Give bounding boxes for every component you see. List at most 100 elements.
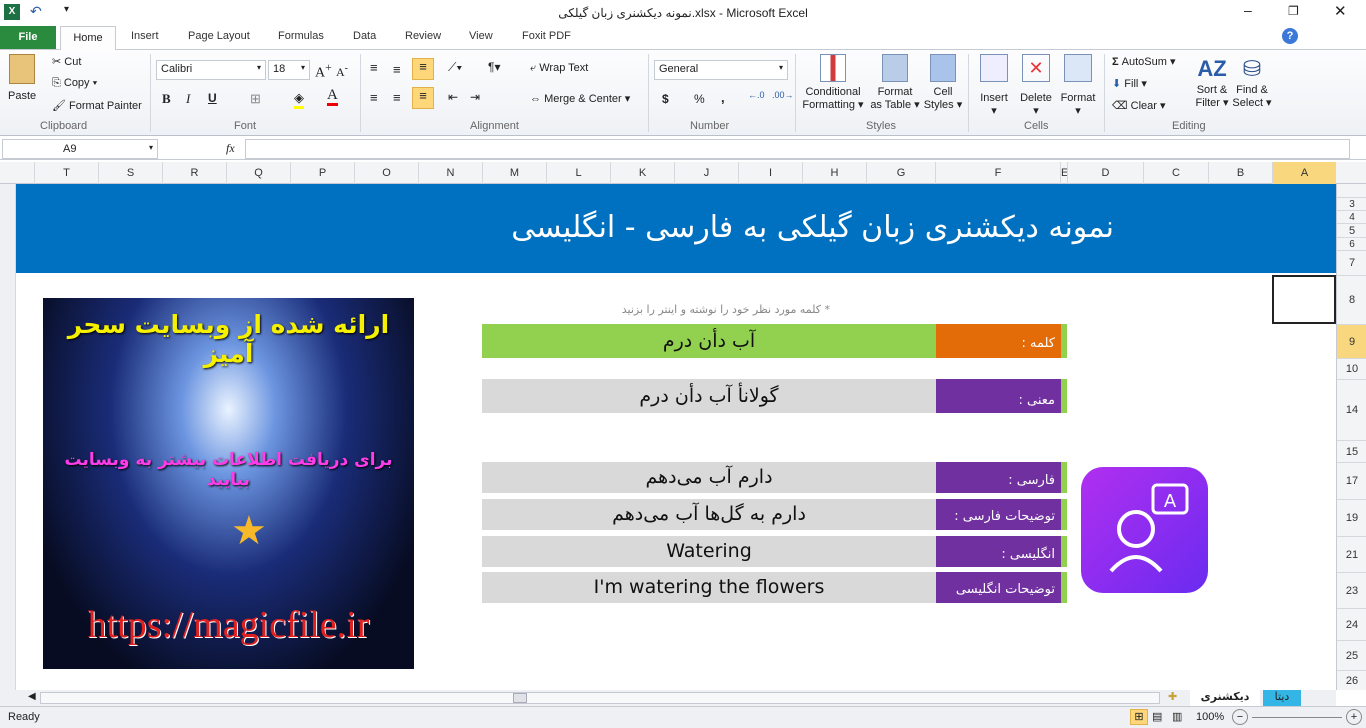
row-header-25[interactable]: 25 [1337, 640, 1366, 670]
rtl-direction-icon[interactable]: ¶▾ [488, 60, 500, 74]
column-header-G[interactable]: G [866, 162, 935, 184]
name-box[interactable]: A9 ▾ [2, 139, 158, 159]
shrink-font-icon[interactable]: A- [336, 63, 348, 80]
row-header-26[interactable]: 26 [1337, 670, 1366, 690]
grow-font-icon[interactable]: A+ [315, 61, 332, 82]
paste-button[interactable]: Paste [8, 54, 36, 102]
merge-center-button[interactable]: ⇔ Merge & Center ▾ [530, 92, 630, 105]
borders-icon[interactable]: ⊞ [250, 91, 261, 107]
help-icon[interactable]: ? [1282, 28, 1298, 44]
tab-view[interactable]: View [469, 30, 493, 42]
column-header-B[interactable]: B [1208, 162, 1272, 184]
tab-review[interactable]: Review [405, 30, 441, 42]
align-center-icon[interactable]: ≡ [393, 90, 401, 105]
scroll-left-icon[interactable]: ◀ [28, 691, 36, 702]
fill-button[interactable]: ⬇ Fill ▾ [1112, 77, 1147, 90]
row-header-7[interactable]: 7 [1337, 250, 1366, 275]
underline-button[interactable]: U [208, 91, 217, 105]
restore-button[interactable]: ❐ [1288, 4, 1299, 18]
column-header-N[interactable]: N [418, 162, 482, 184]
row-header-6[interactable]: 6 [1337, 237, 1366, 250]
zoom-level[interactable]: 100% [1196, 711, 1224, 723]
minimize-button[interactable]: – [1244, 2, 1252, 18]
column-header-R[interactable]: R [162, 162, 226, 184]
orientation-icon[interactable]: ⟋▾ [448, 60, 462, 75]
wrap-text-button[interactable]: ⤶ Wrap Text [530, 62, 588, 75]
row-header-4[interactable]: 4 [1337, 210, 1366, 223]
sheet-tab-data[interactable]: دیتا [1263, 690, 1301, 706]
vertical-scrollbar-left[interactable] [0, 184, 16, 690]
currency-button[interactable]: $ [662, 92, 669, 106]
format-painter-button[interactable]: 🖌 Format Painter [52, 99, 142, 112]
row-header-21[interactable]: 21 [1337, 536, 1366, 572]
copy-button[interactable]: ⎘ Copy ▾ [52, 77, 97, 90]
format-as-table-button[interactable]: Format as Table ▾ [868, 54, 922, 112]
column-header-C[interactable]: C [1143, 162, 1208, 184]
tab-foxit-pdf[interactable]: Foxit PDF [522, 30, 571, 42]
sort-filter-button[interactable]: AZ Sort & Filter ▾ [1192, 54, 1232, 110]
word-value[interactable]: آب دأن درم [482, 324, 936, 358]
row-header-10[interactable]: 10 [1337, 358, 1366, 379]
autosum-button[interactable]: Σ AutoSum ▾ [1112, 55, 1176, 68]
insert-sheet-icon[interactable]: ✚ [1168, 690, 1177, 703]
zoom-slider[interactable] [1252, 717, 1342, 718]
align-bottom-icon[interactable]: ≡ [412, 58, 434, 80]
column-header-E[interactable]: E [1060, 162, 1068, 184]
insert-function-icon[interactable]: fx [226, 141, 235, 156]
format-cells-button[interactable]: Format ▾ [1058, 54, 1098, 117]
column-header-H[interactable]: H [802, 162, 866, 184]
bold-button[interactable]: B [162, 91, 171, 107]
font-size-select[interactable]: 18 ▾ [268, 60, 310, 80]
column-header-S[interactable]: S [98, 162, 162, 184]
cell-styles-button[interactable]: Cell Styles ▾ [922, 54, 964, 112]
tab-data[interactable]: Data [353, 30, 376, 42]
increase-decimal-icon[interactable]: ←.0 [748, 90, 765, 100]
column-header-A[interactable]: A [1272, 162, 1336, 184]
selected-cell-a9[interactable] [1272, 275, 1336, 324]
row-header-8[interactable]: 8 [1337, 275, 1366, 324]
increase-indent-icon[interactable]: ⇥ [470, 90, 480, 104]
comma-button[interactable]: , [721, 90, 725, 105]
horizontal-scrollbar[interactable] [40, 692, 1160, 704]
column-header-I[interactable]: I [738, 162, 802, 184]
column-header-J[interactable]: J [674, 162, 738, 184]
tab-home[interactable]: Home [60, 26, 116, 50]
sheet-tab-dictionary[interactable]: دیکشنری [1190, 690, 1260, 706]
row-header-15[interactable]: 15 [1337, 440, 1366, 462]
clear-button[interactable]: ⌫ Clear ▾ [1112, 99, 1166, 112]
row-header-17[interactable]: 17 [1337, 462, 1366, 499]
zoom-in-button[interactable]: + [1346, 709, 1362, 725]
font-color-icon[interactable]: A [327, 88, 338, 106]
page-layout-view-button[interactable]: ▤ [1152, 710, 1162, 723]
row-header-3[interactable]: 3 [1337, 197, 1366, 210]
number-format-select[interactable]: General ▾ [654, 60, 788, 80]
column-header-T[interactable]: T [34, 162, 98, 184]
column-header-F[interactable]: F [935, 162, 1060, 184]
align-top-icon[interactable]: ≡ [370, 60, 378, 75]
fill-color-icon[interactable]: ◈ [294, 90, 304, 109]
row-header-24[interactable]: 24 [1337, 608, 1366, 640]
column-header-M[interactable]: M [482, 162, 546, 184]
insert-cells-button[interactable]: Insert ▾ [974, 54, 1014, 117]
column-header-K[interactable]: K [610, 162, 674, 184]
italic-button[interactable]: I [186, 91, 190, 107]
conditional-formatting-button[interactable]: Conditional Formatting ▾ [800, 54, 866, 112]
decrease-indent-icon[interactable]: ⇤ [448, 90, 458, 104]
page-break-view-button[interactable]: ▥ [1172, 710, 1182, 723]
align-right-icon[interactable]: ≡ [412, 87, 434, 109]
delete-cells-button[interactable]: ✕ Delete ▾ [1016, 54, 1056, 117]
normal-view-button[interactable]: ⊞ [1130, 709, 1148, 725]
cut-button[interactable]: ✂ Cut [52, 55, 81, 68]
row-header-19[interactable]: 19 [1337, 499, 1366, 536]
align-middle-icon[interactable]: ≡ [393, 62, 401, 77]
row-header-14[interactable]: 14 [1337, 379, 1366, 440]
tab-insert[interactable]: Insert [131, 30, 159, 42]
close-button[interactable]: ✕ [1334, 2, 1347, 20]
find-select-button[interactable]: ⛁ Find & Select ▾ [1232, 54, 1272, 110]
decrease-decimal-icon[interactable]: .00→ [772, 90, 794, 100]
column-header-O[interactable]: O [354, 162, 418, 184]
font-name-select[interactable]: Calibri ▾ [156, 60, 266, 80]
tab-formulas[interactable]: Formulas [278, 30, 324, 42]
row-header-23[interactable]: 23 [1337, 572, 1366, 608]
row-header-9[interactable]: 9 [1337, 324, 1366, 358]
